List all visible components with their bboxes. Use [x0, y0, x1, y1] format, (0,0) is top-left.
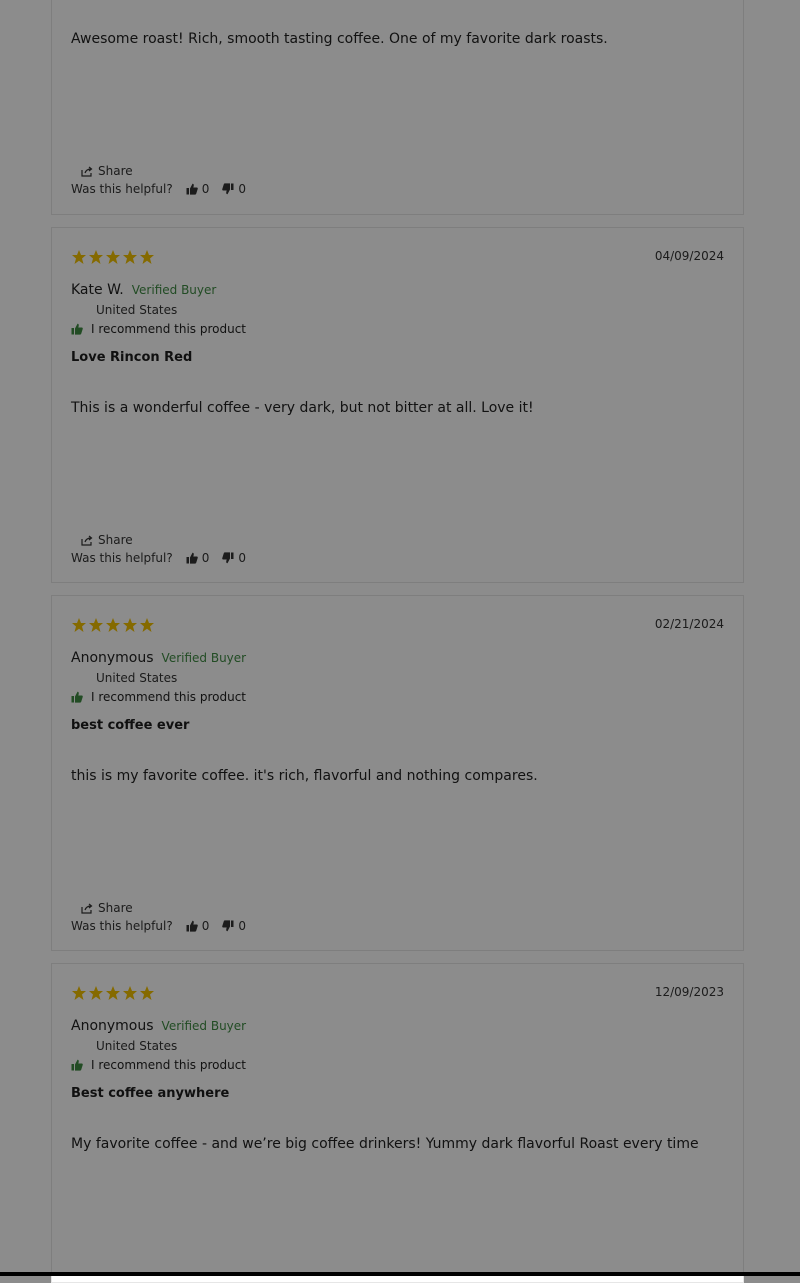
recommend-row: I recommend this product: [71, 1058, 246, 1072]
star-icon: [89, 986, 103, 1000]
vote-down-count: 0: [238, 182, 246, 196]
thumbs-down-icon: [222, 183, 234, 195]
share-button[interactable]: Share: [81, 164, 133, 178]
star-icon: [106, 618, 120, 632]
share-label: Share: [98, 533, 133, 547]
vote-up-button[interactable]: 0: [186, 182, 210, 196]
review-body: My favorite coffee - and we’re big coffe…: [71, 1136, 699, 1152]
author-name: Kate W.: [71, 282, 124, 298]
helpful-row: Was this helpful? 0 0: [71, 919, 246, 933]
review-body: this is my favorite coffee. it's rich, f…: [71, 768, 538, 784]
review-title: best coffee ever: [71, 718, 190, 733]
star-icon: [140, 250, 154, 264]
star-rating: [71, 249, 155, 265]
star-icon: [72, 250, 86, 264]
review-country: United States: [96, 303, 178, 317]
thumbs-up-icon: [71, 1059, 83, 1071]
share-button[interactable]: Share: [81, 533, 133, 547]
vote-down-button[interactable]: 0: [222, 182, 246, 196]
vote-down-button[interactable]: 0: [222, 551, 246, 565]
review-date: 04/09/2024: [654, 249, 724, 263]
review-date: 02/21/2024: [654, 617, 724, 631]
vote-up-button[interactable]: 0: [186, 919, 210, 933]
star-icon: [123, 618, 137, 632]
review-country: United States: [96, 1039, 178, 1053]
review-title: Love Rincon Red: [71, 350, 193, 365]
helpful-row: Was this helpful? 0 0: [71, 551, 246, 565]
vote-down-count: 0: [238, 919, 246, 933]
share-button[interactable]: Share: [81, 901, 133, 915]
recommend-label: I recommend this product: [91, 322, 247, 336]
share-icon: [81, 903, 93, 914]
verified-badge: Verified Buyer: [161, 1019, 247, 1033]
star-rating: [71, 985, 155, 1001]
thumbs-up-icon: [186, 552, 198, 564]
review-date: 12/09/2023: [654, 985, 724, 999]
review-body: This is a wonderful coffee - very dark, …: [71, 400, 534, 416]
helpful-label: Was this helpful?: [71, 919, 173, 933]
recommend-label: I recommend this product: [91, 1058, 247, 1072]
review-card: 04/09/2024 Kate W. Verified Buyer United …: [51, 227, 744, 583]
review-card: 12/09/2023 Anonymous Verified Buyer Unite…: [51, 963, 744, 1283]
thumbs-up-icon: [186, 920, 198, 932]
recommend-row: I recommend this product: [71, 690, 246, 704]
vote-up-count: 0: [201, 919, 210, 933]
helpful-row: Was this helpful? 0 0: [71, 182, 246, 196]
review-author: Kate W. Verified Buyer: [71, 282, 216, 298]
thumbs-up-icon: [186, 183, 198, 195]
share-label: Share: [98, 901, 133, 915]
author-name: Anonymous: [71, 1018, 154, 1034]
thumbs-down-icon: [222, 920, 234, 932]
star-icon: [89, 250, 103, 264]
star-icon: [140, 986, 154, 1000]
star-icon: [106, 250, 120, 264]
star-icon: [123, 986, 137, 1000]
review-author: Anonymous Verified Buyer: [71, 650, 246, 666]
star-icon: [89, 618, 103, 632]
bottom-edge: [0, 1272, 800, 1276]
author-name: Anonymous: [71, 650, 154, 666]
star-icon: [123, 250, 137, 264]
vote-up-count: 0: [201, 551, 210, 565]
vote-down-count: 0: [238, 551, 246, 565]
share-icon: [81, 166, 93, 177]
vote-up-count: 0: [201, 182, 210, 196]
thumbs-up-icon: [71, 323, 83, 335]
helpful-label: Was this helpful?: [71, 551, 173, 565]
review-card: Awesome roast! Rich, smooth tasting coff…: [51, 0, 744, 215]
verified-badge: Verified Buyer: [161, 651, 247, 665]
review-author: Anonymous Verified Buyer: [71, 1018, 246, 1034]
thumbs-up-icon: [71, 691, 83, 703]
star-icon: [72, 618, 86, 632]
share-icon: [81, 535, 93, 546]
review-title: Best coffee anywhere: [71, 1086, 230, 1101]
review-card: 02/21/2024 Anonymous Verified Buyer Unite…: [51, 595, 744, 951]
recommend-row: I recommend this product: [71, 322, 246, 336]
helpful-label: Was this helpful?: [71, 182, 173, 196]
star-icon: [140, 618, 154, 632]
star-rating: [71, 617, 155, 633]
star-icon: [72, 986, 86, 1000]
review-body: Awesome roast! Rich, smooth tasting coff…: [71, 31, 608, 47]
share-label: Share: [98, 164, 133, 178]
review-country: United States: [96, 671, 178, 685]
recommend-label: I recommend this product: [91, 690, 247, 704]
reviews-page: Awesome roast! Rich, smooth tasting coff…: [0, 0, 800, 1283]
vote-down-button[interactable]: 0: [222, 919, 246, 933]
star-icon: [106, 986, 120, 1000]
verified-badge: Verified Buyer: [131, 283, 217, 297]
thumbs-down-icon: [222, 552, 234, 564]
vote-up-button[interactable]: 0: [186, 551, 210, 565]
